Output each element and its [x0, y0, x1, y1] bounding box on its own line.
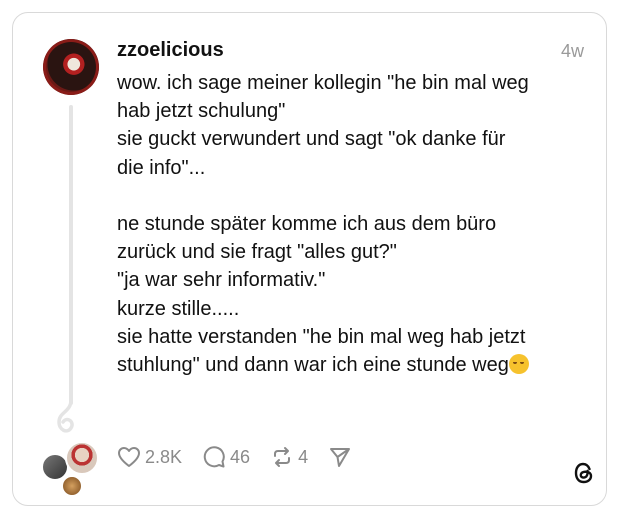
post-card: zzoelicious 4w wow. ich sage meiner koll…	[12, 12, 607, 506]
share-button[interactable]	[328, 445, 356, 469]
post-line: zurück und sie fragt "alles gut?"	[117, 241, 397, 264]
post-line-last: stuhlung" und dann war ich eine stunde w…	[117, 351, 587, 379]
thread-line	[69, 105, 73, 405]
post-line: wow. ich sage meiner kollegin "he bin ma…	[117, 72, 529, 94]
send-icon	[330, 448, 351, 467]
heart-icon	[118, 447, 140, 467]
replier-avatar[interactable]	[65, 441, 99, 475]
reply-button[interactable]: 46	[202, 445, 250, 469]
post-line: "ja war sehr informativ."	[117, 269, 326, 292]
thread-loop-icon	[57, 398, 74, 433]
repost-icon	[274, 447, 291, 467]
like-count: 2.8K	[145, 446, 183, 467]
threads-logo-icon	[574, 462, 593, 484]
comment-icon	[203, 446, 225, 468]
post-body: wow. ich sage meiner kollegin "he bin ma…	[117, 69, 587, 379]
post-timestamp: 4w	[560, 41, 584, 61]
repost-count: 4	[298, 446, 309, 467]
post-line: die info"...	[117, 156, 206, 179]
post-line: hab jetzt schulung"	[117, 100, 286, 123]
post-line: sie guckt verwundert und sagt "ok danke …	[117, 128, 506, 151]
post-blank-line	[117, 182, 587, 210]
post-line: ne stunde später komme ich aus dem büro	[117, 213, 497, 235]
post-line-text: stuhlung" und dann war ich eine stunde w…	[117, 354, 509, 377]
post-line: sie hatte verstanden "he bin mal weg hab…	[117, 325, 526, 348]
post-line: kurze stille.....	[117, 297, 240, 320]
action-bar: 2.8K 46 4	[117, 445, 376, 469]
author-username[interactable]: zzoelicious	[117, 39, 224, 62]
like-button[interactable]: 2.8K	[117, 446, 182, 468]
replier-avatar[interactable]	[61, 475, 83, 497]
reply-count: 46	[230, 446, 251, 467]
author-avatar[interactable]	[43, 39, 99, 95]
relieved-face-emoji	[508, 354, 529, 375]
repost-button[interactable]: 4	[270, 445, 308, 469]
